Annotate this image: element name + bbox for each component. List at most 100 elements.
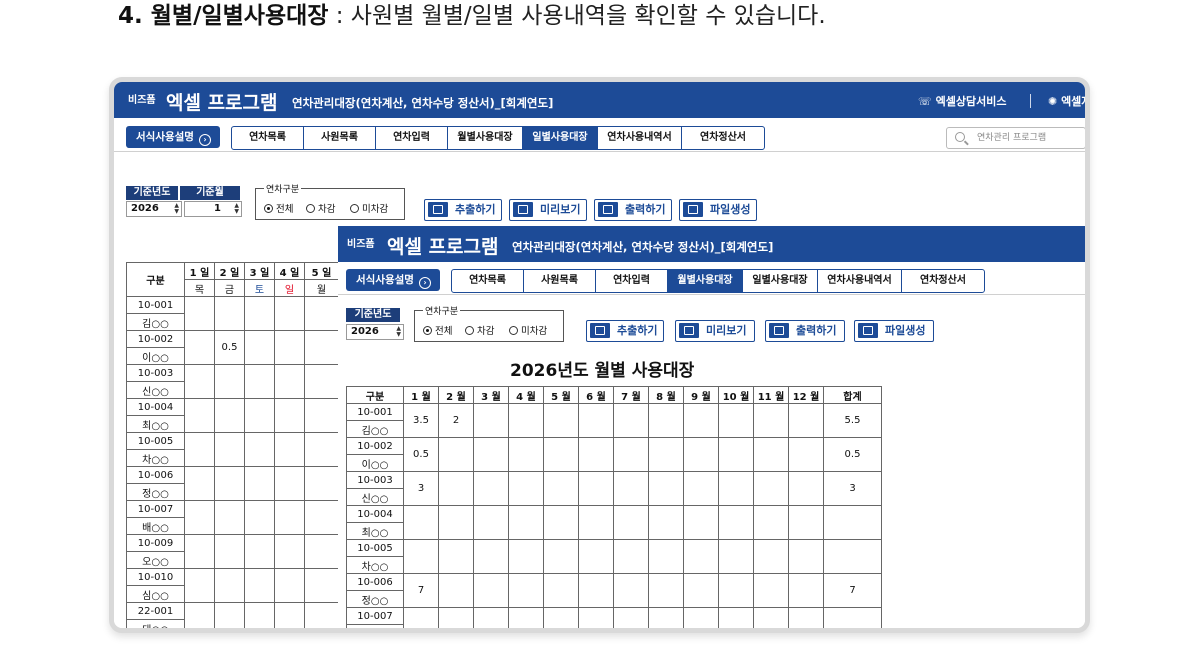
month-cell[interactable] (718, 607, 754, 628)
day-cell[interactable] (274, 296, 305, 331)
day-cell[interactable] (274, 534, 305, 569)
month-stepper[interactable]: 1 ▲ ▼ (184, 201, 242, 217)
day-cell[interactable] (244, 330, 275, 365)
day-cell[interactable] (184, 500, 215, 535)
month-cell[interactable] (753, 403, 789, 438)
month-cell[interactable] (438, 505, 474, 540)
month-cell[interactable] (648, 607, 684, 628)
month-cell[interactable] (788, 573, 824, 608)
tab-usage-detail[interactable]: 연차사용내역서 (818, 270, 902, 292)
day-cell[interactable] (274, 466, 305, 501)
preview-button[interactable]: 미리보기 (675, 320, 755, 342)
month-cell[interactable] (613, 539, 649, 574)
month-cell[interactable] (648, 437, 684, 472)
month-cell[interactable] (683, 437, 719, 472)
month-cell[interactable] (613, 607, 649, 628)
month-cell[interactable] (718, 505, 754, 540)
day-cell[interactable] (244, 466, 275, 501)
day-cell[interactable] (244, 398, 275, 433)
month-cell[interactable] (473, 403, 509, 438)
file-button[interactable]: 파일생성 (679, 199, 757, 221)
month-cell[interactable] (788, 437, 824, 472)
guide-button[interactable]: 서식사용설명 › (126, 126, 220, 148)
year-stepper[interactable]: 2026 ▲ ▼ (126, 201, 182, 217)
day-cell[interactable] (184, 466, 215, 501)
print-button[interactable]: 출력하기 (594, 199, 672, 221)
radio-all[interactable]: 전체 (423, 323, 452, 337)
tab-leave-list[interactable]: 연차목록 (452, 270, 524, 292)
month-cell[interactable] (753, 471, 789, 506)
month-cell[interactable] (508, 539, 544, 574)
month-cell[interactable] (438, 539, 474, 574)
radio-deduct[interactable]: 차감 (306, 201, 335, 215)
day-cell[interactable] (304, 568, 339, 603)
extract-button[interactable]: 추출하기 (586, 320, 664, 342)
day-cell[interactable] (184, 602, 215, 628)
tab-employee-list[interactable]: 사원목록 (304, 127, 376, 149)
day-cell[interactable] (184, 330, 215, 365)
month-cell[interactable] (648, 573, 684, 608)
preview-button[interactable]: 미리보기 (509, 199, 587, 221)
month-cell[interactable] (578, 437, 614, 472)
day-cell[interactable] (274, 364, 305, 399)
month-cell[interactable] (543, 437, 579, 472)
month-cell[interactable]: 3.5 (403, 403, 439, 438)
month-cell[interactable] (613, 437, 649, 472)
month-cell[interactable] (613, 471, 649, 506)
excel-link[interactable]: ✺ 엑셀져 (1048, 93, 1085, 109)
day-cell[interactable] (304, 296, 339, 331)
month-cell[interactable] (473, 573, 509, 608)
month-cell[interactable] (788, 505, 824, 540)
month-cell[interactable] (753, 573, 789, 608)
day-cell[interactable] (244, 568, 275, 603)
month-cell[interactable] (683, 573, 719, 608)
month-cell[interactable] (683, 539, 719, 574)
month-cell[interactable] (788, 539, 824, 574)
day-cell[interactable] (184, 534, 215, 569)
day-cell[interactable] (244, 432, 275, 467)
day-cell[interactable] (274, 398, 305, 433)
month-cell[interactable] (788, 607, 824, 628)
month-cell[interactable] (648, 505, 684, 540)
month-cell[interactable]: 0.5 (403, 437, 439, 472)
extract-button[interactable]: 추출하기 (424, 199, 502, 221)
month-cell[interactable] (508, 607, 544, 628)
day-cell[interactable] (244, 534, 275, 569)
month-cell[interactable] (648, 403, 684, 438)
month-cell[interactable] (683, 607, 719, 628)
month-cell[interactable] (403, 505, 439, 540)
month-cell[interactable] (543, 539, 579, 574)
month-cell[interactable] (613, 403, 649, 438)
file-button[interactable]: 파일생성 (854, 320, 934, 342)
month-cell[interactable] (718, 471, 754, 506)
month-cell[interactable] (473, 539, 509, 574)
day-cell[interactable] (214, 364, 245, 399)
month-cell[interactable] (508, 437, 544, 472)
month-cell[interactable] (578, 403, 614, 438)
month-cell[interactable] (543, 403, 579, 438)
month-cell[interactable] (753, 539, 789, 574)
day-cell[interactable] (304, 534, 339, 569)
consult-link[interactable]: ☏ 엑셀상담서비스 (918, 93, 1006, 109)
tab-leave-input[interactable]: 연차입력 (596, 270, 668, 292)
print-button[interactable]: 출력하기 (765, 320, 845, 342)
month-cell[interactable] (578, 505, 614, 540)
month-cell[interactable] (718, 437, 754, 472)
tab-leave-list[interactable]: 연차목록 (232, 127, 304, 149)
day-cell[interactable] (184, 364, 215, 399)
tab-monthly[interactable]: 월별사용대장 (448, 127, 523, 149)
day-cell[interactable] (244, 296, 275, 331)
tab-daily[interactable]: 일별사용대장 (743, 270, 818, 292)
month-cell[interactable]: 2 (438, 403, 474, 438)
month-cell[interactable] (683, 403, 719, 438)
radio-all[interactable]: 전체 (264, 201, 293, 215)
radio-nondeduct[interactable]: 미차감 (509, 323, 547, 337)
tab-monthly[interactable]: 월별사용대장 (668, 270, 743, 292)
year-stepper[interactable]: 2026 ▲ ▼ (346, 324, 404, 340)
month-cell[interactable] (438, 437, 474, 472)
guide-button[interactable]: 서식사용설명 › (346, 269, 440, 291)
day-cell[interactable] (244, 500, 275, 535)
day-cell[interactable] (184, 568, 215, 603)
day-cell[interactable] (304, 466, 339, 501)
tab-employee-list[interactable]: 사원목록 (524, 270, 596, 292)
